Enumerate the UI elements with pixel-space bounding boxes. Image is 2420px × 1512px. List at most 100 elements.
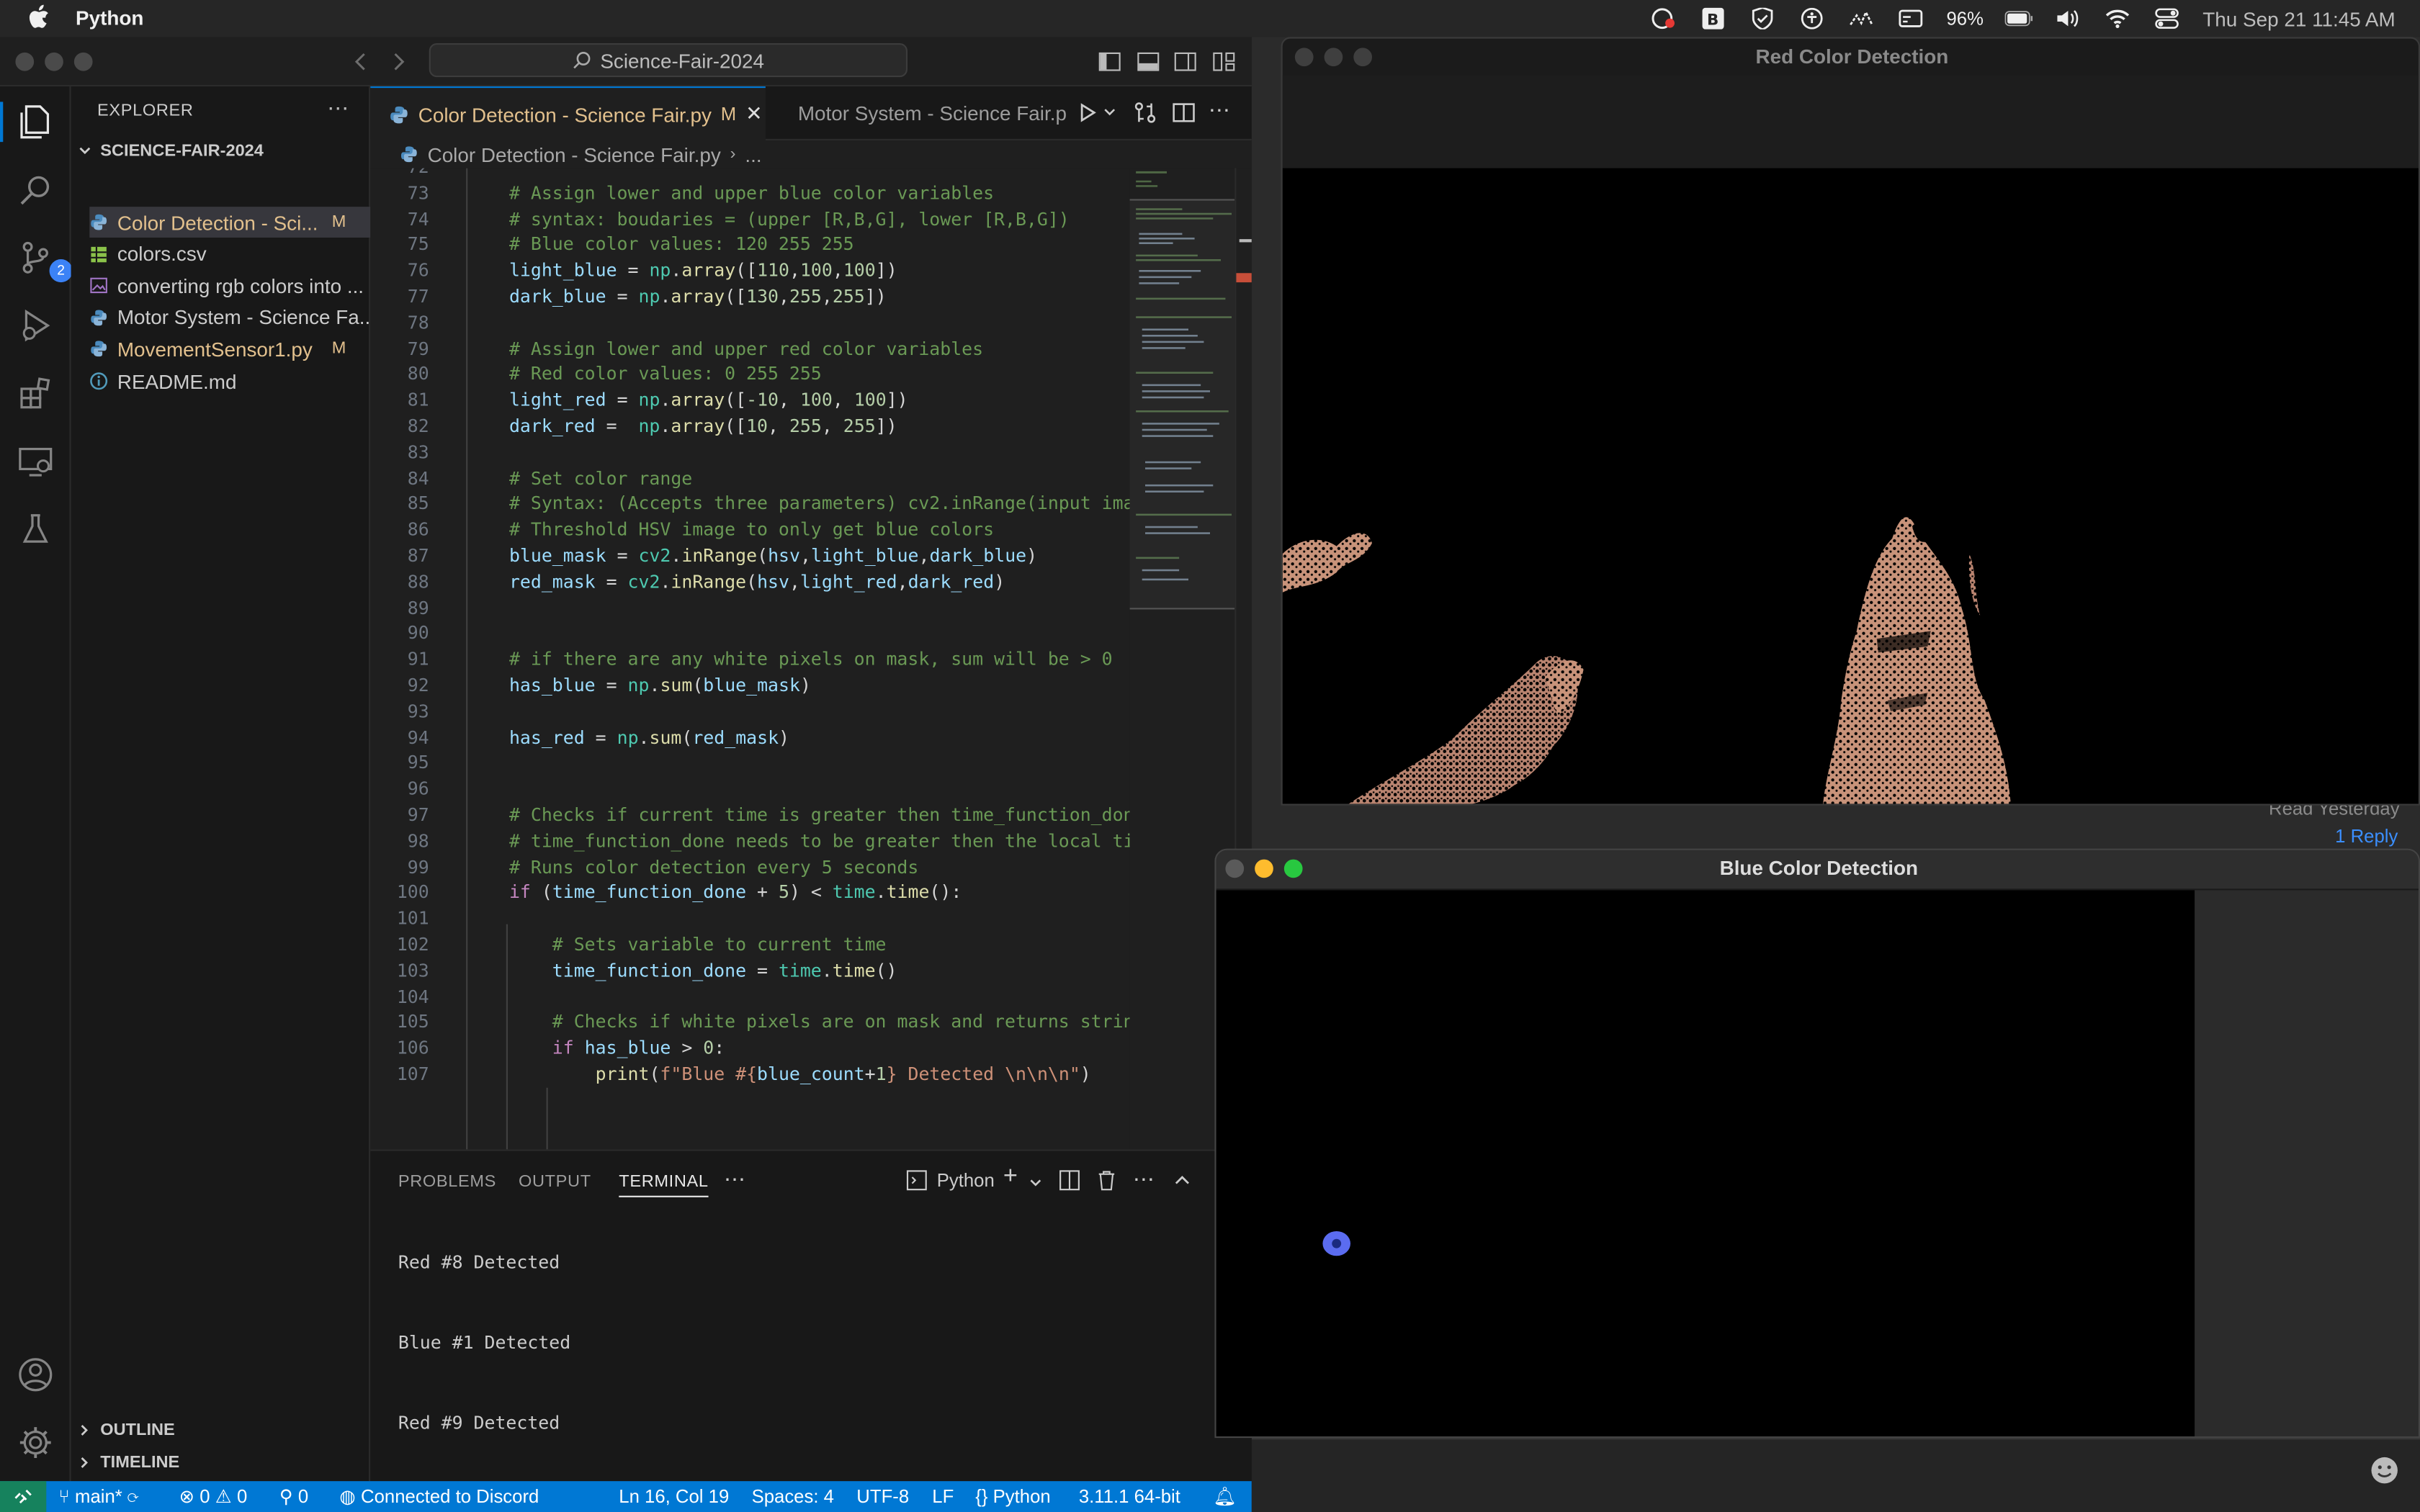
chevron-down-icon[interactable]: [1028, 1176, 1043, 1191]
record-icon[interactable]: [1650, 8, 1678, 30]
manage-gear-icon[interactable]: [15, 1423, 55, 1463]
tab-output[interactable]: OUTPUT: [519, 1173, 591, 1192]
accessibility-icon[interactable]: [1798, 7, 1827, 30]
tab-problems[interactable]: PROBLEMS: [398, 1173, 496, 1192]
close-window-button[interactable]: [15, 52, 35, 71]
explorer-icon[interactable]: [0, 102, 68, 143]
source-control-icon[interactable]: 2: [15, 238, 73, 283]
folder-science-fair[interactable]: SCIENCE-FAIR-2024: [77, 142, 264, 161]
language-mode[interactable]: {} Python: [975, 1486, 1050, 1508]
python-file-icon: [89, 213, 108, 232]
close-tab-icon[interactable]: ✕: [745, 102, 762, 126]
tab-color-detection[interactable]: Color Detection - Science Fair.py M ✕: [370, 86, 766, 140]
timeline-section[interactable]: TIMELINE: [77, 1454, 179, 1472]
file-item[interactable]: converting rgb colors into ...: [89, 270, 370, 301]
toggle-secondary-sidebar-icon[interactable]: [1173, 50, 1198, 74]
line-number: 84: [407, 467, 429, 489]
extensions-icon[interactable]: [15, 374, 55, 414]
chevron-up-icon[interactable]: [1173, 1171, 1192, 1189]
battery-icon[interactable]: [2005, 8, 2033, 30]
chevron-down-icon: [79, 147, 91, 155]
toggle-primary-sidebar-icon[interactable]: [1098, 50, 1122, 74]
line-number: 93: [407, 700, 429, 722]
breadcrumb-file[interactable]: Color Detection - Science Fair.py: [428, 143, 721, 166]
close-window-button[interactable]: [1225, 859, 1245, 878]
chevron-down-icon[interactable]: [1102, 105, 1117, 120]
line-number: 107: [396, 1063, 429, 1085]
line-number: 99: [407, 855, 429, 878]
remote-indicator-icon[interactable]: [0, 1481, 47, 1512]
tab-terminal[interactable]: TERMINAL: [619, 1173, 709, 1197]
panel-more-icon[interactable]: ⋯: [724, 1166, 745, 1192]
radio-tower-icon: ⚲: [279, 1485, 293, 1508]
reply-link[interactable]: 1 Reply: [2335, 825, 2398, 847]
split-terminal-icon[interactable]: [1059, 1169, 1080, 1191]
accounts-icon[interactable]: [15, 1354, 55, 1395]
indentation[interactable]: Spaces: 4: [752, 1486, 834, 1508]
search-icon[interactable]: [15, 170, 55, 210]
breadcrumb-symbol[interactable]: ...: [745, 143, 761, 166]
editor-more-actions-icon[interactable]: ⋯: [1209, 97, 1230, 123]
emoji-icon[interactable]: [2369, 1455, 2400, 1486]
warning-count: 0: [237, 1485, 248, 1508]
file-name: colors.csv: [117, 242, 207, 266]
remote-explorer-icon[interactable]: [15, 441, 55, 482]
red-mask-image: [1282, 168, 2419, 804]
apple-menu-icon[interactable]: [28, 4, 50, 29]
interpreter[interactable]: 3.11.1 64-bit: [1079, 1486, 1180, 1508]
wifi-icon[interactable]: [2104, 8, 2132, 30]
split-editor-icon[interactable]: [1171, 100, 1196, 125]
back-arrow-icon[interactable]: [349, 50, 373, 74]
file-item[interactable]: Color Detection - Sci... M: [89, 207, 371, 238]
problems-indicator[interactable]: ⊗ 0 ⚠ 0: [179, 1486, 248, 1508]
forward-arrow-icon[interactable]: [386, 50, 411, 74]
file-item[interactable]: README.md: [89, 366, 370, 397]
terminal-profile[interactable]: Python: [906, 1169, 995, 1191]
notifications-bell-icon[interactable]: 🔔︎: [1213, 1486, 1237, 1508]
clock[interactable]: Thu Sep 21 11:45 AM: [2202, 7, 2395, 30]
testing-icon[interactable]: [15, 509, 55, 549]
encoding[interactable]: UTF-8: [856, 1486, 909, 1508]
explorer-more-actions-icon[interactable]: ⋯: [327, 96, 349, 122]
file-item[interactable]: Motor System - Science Fa...: [89, 302, 370, 333]
window-title: Red Color Detection: [1755, 45, 1949, 68]
minimize-window-button[interactable]: [1255, 859, 1273, 878]
file-item[interactable]: colors.csv: [89, 238, 370, 269]
branch-indicator[interactable]: ⑂ main* ⟳: [58, 1486, 138, 1508]
compare-changes-icon[interactable]: [1133, 100, 1157, 125]
volume-icon[interactable]: [2055, 8, 2083, 30]
terminal-more-icon[interactable]: ⋯: [1133, 1166, 1155, 1192]
window-title: Blue Color Detection: [1216, 850, 2419, 891]
shield-icon[interactable]: [1749, 7, 1777, 30]
run-debug-icon[interactable]: [15, 305, 55, 346]
run-python-icon[interactable]: [1077, 102, 1099, 123]
maximize-window-button[interactable]: [73, 52, 93, 71]
customize-layout-icon[interactable]: [1211, 50, 1236, 74]
outline-section[interactable]: OUTLINE: [77, 1421, 175, 1440]
file-item[interactable]: MovementSensor1.py M: [89, 334, 370, 365]
line-number: 90: [407, 622, 429, 644]
tab-motor-system[interactable]: Motor System - Science Fair.py: [770, 86, 1067, 140]
minimize-window-button[interactable]: [45, 52, 63, 71]
trash-icon[interactable]: [1095, 1169, 1117, 1191]
file-name: README.md: [117, 369, 237, 393]
card-icon[interactable]: [1897, 8, 1925, 30]
end-of-line[interactable]: LF: [932, 1486, 954, 1508]
toggle-panel-icon[interactable]: [1136, 50, 1160, 74]
command-center-search[interactable]: Science-Fair-2024: [429, 43, 908, 78]
line-number: 83: [407, 441, 429, 463]
code-line: # if there are any white pixels on mask,…: [508, 648, 1113, 670]
control-center-icon[interactable]: [2154, 8, 2182, 30]
activity-bar: 2: [0, 86, 73, 1482]
cursor-position[interactable]: Ln 16, Col 19: [619, 1486, 729, 1508]
activity-icon[interactable]: [1847, 8, 1876, 30]
bold-app-icon[interactable]: B: [1700, 7, 1728, 30]
source-control-badge: 2: [49, 259, 73, 283]
outline-label: OUTLINE: [100, 1421, 175, 1440]
discord-status[interactable]: ◍ Connected to Discord: [339, 1486, 539, 1508]
maximize-window-button[interactable]: [1283, 859, 1303, 878]
new-terminal-plus-icon[interactable]: +: [1003, 1164, 1018, 1192]
ports-indicator[interactable]: ⚲ 0: [279, 1486, 308, 1508]
code-editor[interactable]: 72 73 # Assign lower and upper blue color…: [370, 168, 1130, 1150]
app-menu-name[interactable]: Python: [76, 6, 143, 30]
